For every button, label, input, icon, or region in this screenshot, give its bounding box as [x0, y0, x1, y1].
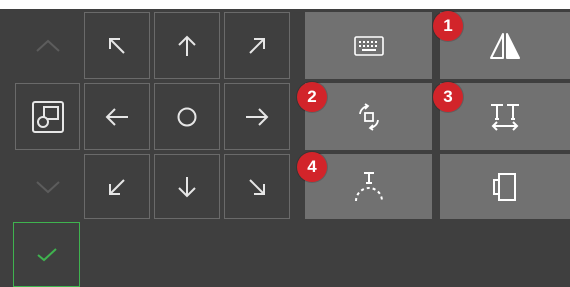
- badge-2: 2: [297, 82, 327, 112]
- arrow-up-icon: [178, 35, 196, 56]
- checkmark-icon: [36, 247, 57, 261]
- select-button[interactable]: [15, 83, 80, 150]
- badge-4: 4: [297, 152, 327, 182]
- overlapping-squares-icon: [31, 100, 64, 133]
- arrow-right-icon: [246, 107, 269, 126]
- move-up-right-button[interactable]: [224, 12, 290, 79]
- badge-3: 3: [433, 82, 463, 112]
- arrow-left-icon: [105, 107, 128, 126]
- rotate-icon: [358, 102, 379, 131]
- move-right-button[interactable]: [224, 83, 290, 150]
- scroll-up-button[interactable]: [15, 12, 80, 79]
- text-arc-icon: [354, 171, 383, 201]
- arrow-up-left-icon: [109, 37, 125, 54]
- move-left-button[interactable]: [84, 83, 150, 150]
- move-down-left-button[interactable]: [84, 154, 150, 219]
- move-down-right-button[interactable]: [224, 154, 290, 219]
- arrow-down-right-icon: [249, 178, 265, 195]
- text-spacing-icon: [491, 103, 519, 131]
- frame-icon: [493, 172, 516, 201]
- circle-center-icon: [177, 107, 197, 126]
- move-up-left-button[interactable]: [84, 12, 150, 79]
- mirror-triangle-icon: [490, 31, 520, 60]
- move-up-button[interactable]: [154, 12, 220, 79]
- chevron-up-icon: [35, 39, 60, 52]
- keyboard-icon: [353, 35, 384, 56]
- arrow-down-left-icon: [109, 178, 125, 195]
- center-button[interactable]: [154, 83, 220, 150]
- arrow-down-icon: [178, 176, 196, 197]
- keyboard-button[interactable]: [305, 12, 432, 79]
- move-down-button[interactable]: [154, 154, 220, 219]
- arrow-up-right-icon: [249, 37, 265, 54]
- scroll-down-button[interactable]: [15, 154, 80, 219]
- badge-1: 1: [433, 11, 463, 41]
- chevron-down-icon: [35, 180, 60, 193]
- confirm-button[interactable]: [13, 222, 80, 287]
- frame-button[interactable]: [440, 154, 570, 219]
